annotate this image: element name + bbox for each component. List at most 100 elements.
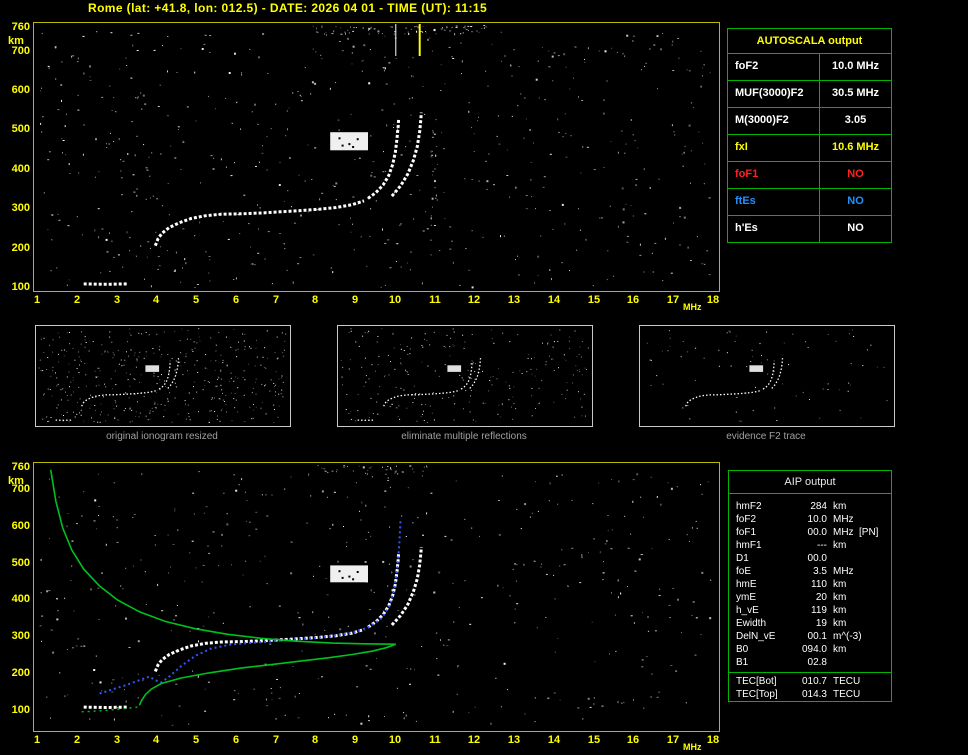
aip-unit: km — [833, 605, 847, 616]
tec-unit: TECU — [833, 676, 861, 687]
aip-unit: km — [833, 540, 847, 551]
aip-value: 094.0 — [801, 644, 827, 655]
tec-section-divider — [729, 672, 891, 673]
aip-unit: km — [833, 592, 847, 603]
x-tick-18: 18 — [706, 734, 720, 746]
aip-row-hmf1: hmF1 --- km — [729, 539, 891, 552]
aip-value: 110 — [811, 579, 827, 590]
x-tick-16: 16 — [626, 734, 640, 746]
aip-row-fof2: foF2 10.0 MHz — [729, 513, 891, 526]
x-tick-14: 14 — [547, 734, 561, 746]
aip-param: h_vE — [736, 605, 759, 616]
aip-unit: MHz — [833, 514, 854, 525]
y-tick-300: 300 — [11, 630, 30, 642]
aip-param: Ewidth — [736, 618, 767, 629]
aip-ionogram-canvas — [39, 465, 712, 726]
x-tick-4: 4 — [152, 734, 160, 746]
ne-profile-e-tail — [77, 706, 138, 713]
f2-cusp-ordinary — [367, 553, 401, 629]
tec-row-tec-top: TEC[Top] 014.3 TECU — [729, 688, 891, 701]
aip-value: 00.0 — [807, 527, 827, 538]
autoscala-screen: { "header": {"title": "Rome (lat: +41.8,… — [0, 0, 968, 755]
aip-row-foe: foE 3.5 MHz — [729, 565, 891, 578]
x-tick-15: 15 — [587, 734, 601, 746]
x-tick-1: 1 — [33, 734, 41, 746]
aip-unit: km — [833, 644, 847, 655]
x-tick-11: 11 — [429, 734, 441, 746]
aip-row-hme: hmE 110 km — [729, 578, 891, 591]
aip-param: foE — [736, 566, 752, 577]
y-tick-760: 760 — [11, 461, 30, 473]
aip-unit: km — [833, 501, 847, 512]
aip-row-hmf2: hmF2 284 km — [729, 500, 891, 513]
aip-unit: km — [833, 579, 847, 590]
aip-output-panel: AIP output hmF2 284 km foF2 10.0 MHz foF1 00.0 M… — [728, 470, 892, 702]
aip-parameter-rows: hmF2 284 km foF2 10.0 MHz foF1 00.0 MHz [PN] hmF1 -… — [729, 494, 891, 669]
tec-rows: TEC[Bot] 010.7 TECU TEC[Top] 014.3 TECU — [729, 675, 891, 701]
aip-row-b0: B0 094.0 km — [729, 643, 891, 656]
x-tick-9: 9 — [351, 734, 359, 746]
aip-value: 3.5 — [813, 566, 827, 577]
aip-param: hmE — [736, 579, 757, 590]
x-tick-12: 12 — [467, 734, 481, 746]
x-tick-3: 3 — [113, 734, 121, 746]
aip-note: [PN] — [859, 527, 879, 538]
aip-param: foF1 — [736, 527, 757, 538]
aip-panel-title: AIP output — [729, 471, 891, 494]
aip-unit: m^(-3) — [833, 631, 862, 642]
aip-row-deln-ve: DelN_vE 00.1 m^(-3) — [729, 630, 891, 643]
aip-value: --- — [817, 540, 827, 551]
noise-layer — [39, 465, 712, 726]
tec-row-tec-bot: TEC[Bot] 010.7 TECU — [729, 675, 891, 688]
aip-value: 02.8 — [807, 657, 827, 668]
aip-param: foF2 — [736, 514, 757, 525]
aip-row-h-ve: h_vE 119 km — [729, 604, 891, 617]
tec-unit: TECU — [833, 689, 861, 700]
ne-profile-topside — [49, 469, 396, 645]
x-tick-5: 5 — [192, 734, 200, 746]
aip-value: 284 — [810, 501, 827, 512]
aip-row-b1: B1 02.8 — [729, 656, 891, 669]
tec-value: 014.3 — [801, 689, 827, 700]
y-tick-500: 500 — [11, 557, 30, 569]
x-tick-13: 13 — [507, 734, 521, 746]
aip-row-ewidth: Ewidth 19 km — [729, 617, 891, 630]
x-tick-7: 7 — [272, 734, 280, 746]
y-axis-unit: km — [8, 475, 24, 487]
aip-value: 00.0 — [807, 553, 827, 564]
ne-profile-bottomside — [138, 643, 397, 706]
aip-param: DelN_vE — [736, 631, 776, 642]
stamp-patch — [330, 565, 368, 583]
aip-param: D1 — [736, 553, 749, 564]
aip-row-yme: ymE 20 km — [729, 591, 891, 604]
tec-param: TEC[Top] — [736, 689, 778, 700]
tec-param: TEC[Bot] — [736, 676, 777, 687]
x-tick-8: 8 — [311, 734, 319, 746]
aip-ionogram-frame — [33, 462, 720, 732]
aip-param: B0 — [736, 644, 749, 655]
x-tick-2: 2 — [73, 734, 81, 746]
aip-value: 10.0 — [807, 514, 827, 525]
x-tick-6: 6 — [232, 734, 240, 746]
x-tick-17: 17 — [666, 734, 680, 746]
aip-value: 00.1 — [807, 631, 827, 642]
tec-value: 010.7 — [801, 676, 827, 687]
x-axis-unit: MHz — [683, 742, 702, 752]
aip-param: hmF2 — [736, 501, 762, 512]
aip-unit: km — [833, 618, 847, 629]
aip-row-d1: D1 00.0 — [729, 552, 891, 565]
y-tick-400: 400 — [11, 593, 30, 605]
f2-trace — [153, 627, 365, 672]
aip-value: 19 — [815, 618, 827, 629]
aip-row-fof1: foF1 00.0 MHz [PN] — [729, 526, 891, 539]
aip-param: B1 — [736, 657, 749, 668]
y-tick-100: 100 — [11, 704, 30, 716]
aip-param: ymE — [736, 592, 756, 603]
aip-param: hmF1 — [736, 540, 762, 551]
y-tick-200: 200 — [11, 667, 30, 679]
x-tick-10: 10 — [388, 734, 402, 746]
aip-value: 119 — [811, 605, 827, 616]
aip-unit: MHz — [833, 527, 854, 538]
aip-value: 20 — [815, 592, 827, 603]
y-tick-600: 600 — [11, 520, 30, 532]
